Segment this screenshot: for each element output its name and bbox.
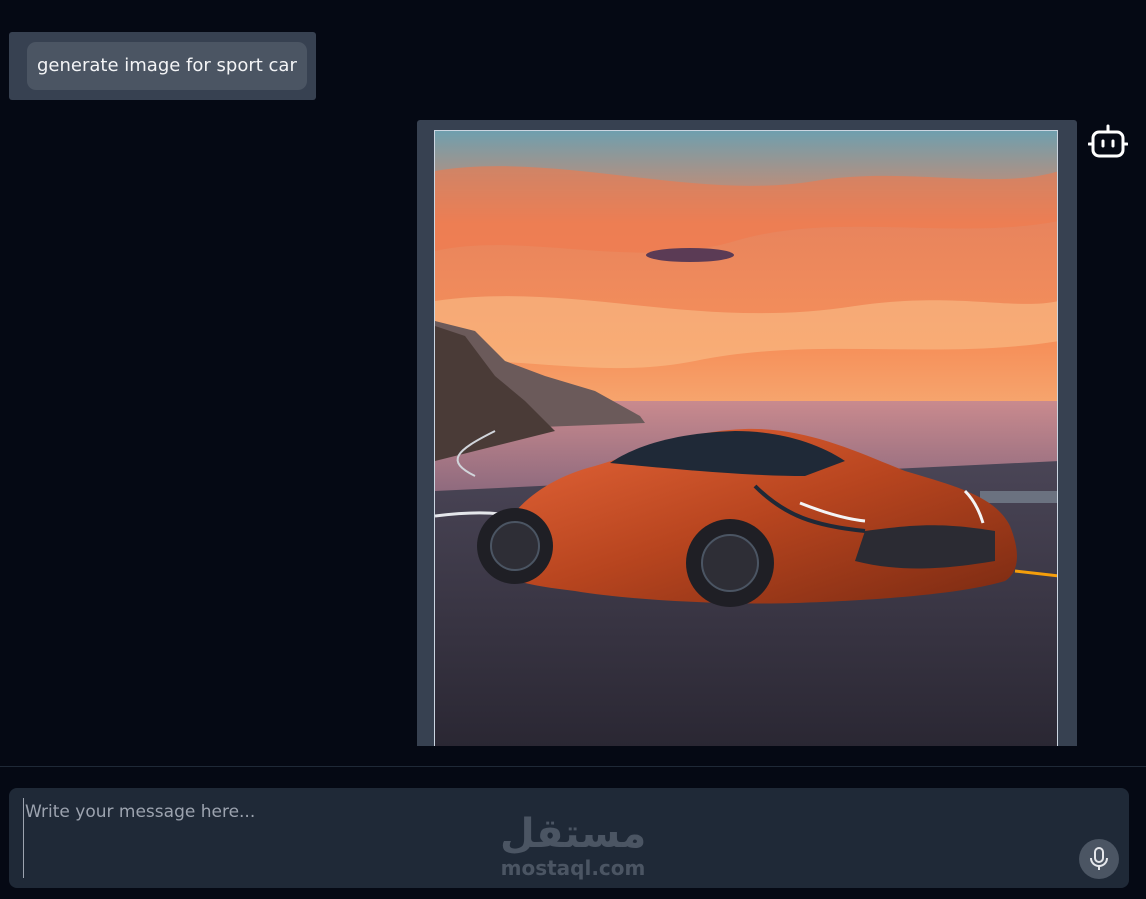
bot-response [417, 120, 1077, 746]
divider [0, 766, 1146, 767]
microphone-icon [1090, 847, 1108, 870]
microphone-button[interactable] [1079, 839, 1119, 879]
generated-image[interactable] [434, 130, 1058, 746]
generated-image-graphic [435, 131, 1057, 746]
message-composer [9, 788, 1129, 888]
user-message-text: generate image for sport car [27, 42, 307, 90]
user-message: generate image for sport car [9, 32, 316, 100]
robot-icon [1087, 124, 1129, 160]
message-input[interactable] [23, 798, 1065, 878]
